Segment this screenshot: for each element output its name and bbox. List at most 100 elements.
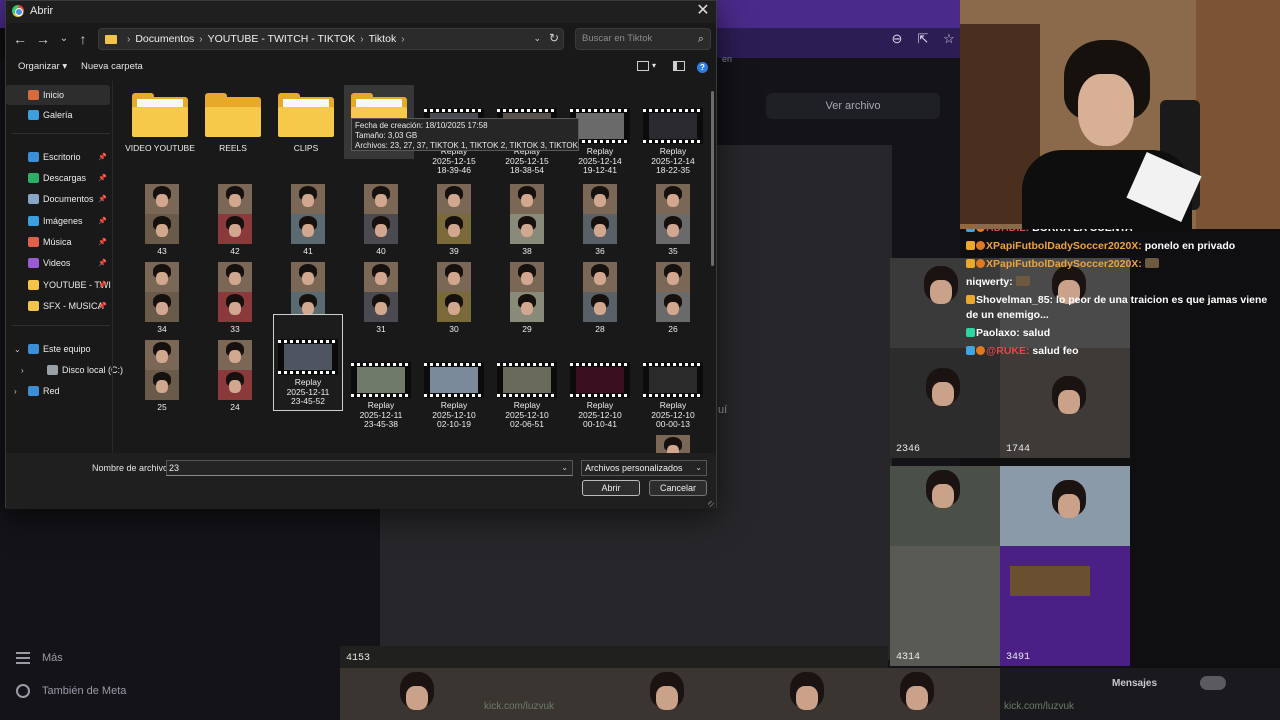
filetype-select[interactable]: Archivos personalizados ⌄ — [581, 460, 707, 476]
sidebar-item[interactable]: Escritorio 📌 — [6, 147, 110, 167]
video-file-item[interactable]: 26 — [638, 262, 708, 335]
stream-tile[interactable] — [890, 466, 1000, 546]
refresh-icon[interactable]: ↻ — [549, 31, 559, 45]
chevron-down-icon[interactable]: ▾ — [652, 61, 656, 70]
sidebar-item[interactable]: ⌄ Este equipo — [6, 339, 110, 359]
video-file-item[interactable]: Replay 2025-12-10 02-10-19 — [419, 339, 489, 430]
video-file-item[interactable]: 43 — [127, 184, 197, 257]
organize-button[interactable]: Organizar ▾ — [18, 61, 67, 72]
up-button[interactable]: ↑ — [73, 27, 93, 51]
chevron-down-icon[interactable]: ⌄ — [14, 345, 21, 354]
sidebar-item-label: SFX - MUSICA — [43, 301, 104, 311]
screen: ⊖ ⇱ ☆ en Ver archivo uí Más También de M… — [0, 0, 1280, 720]
sidebar-item[interactable]: Inicio — [6, 85, 110, 105]
file-name: 33 — [230, 324, 240, 334]
video-file-item[interactable]: 30 — [419, 262, 489, 335]
resize-grip[interactable] — [708, 501, 714, 507]
sidebar-item[interactable]: SFX - MUSICA 📌 — [6, 296, 110, 316]
scrollbar[interactable] — [711, 91, 714, 266]
open-button[interactable]: Abrir — [582, 480, 640, 496]
close-button[interactable]: ✕ — [694, 2, 712, 20]
chevron-down-icon[interactable]: ⌄ — [533, 33, 541, 44]
sidebar-item[interactable]: Videos 📌 — [6, 253, 110, 273]
video-file-item[interactable]: 42 — [200, 184, 270, 257]
video-file-item[interactable]: 31 — [346, 262, 416, 335]
sidebar-item-label: Videos — [43, 258, 71, 268]
video-file-item[interactable]: 24 — [200, 340, 270, 413]
desktop-icon — [28, 152, 39, 162]
chat-username[interactable]: niqwerty: — [966, 276, 1013, 288]
video-file-item[interactable]: Replay 2025-12-10 00-00-13 — [638, 339, 708, 430]
sidebar-item[interactable]: Música 📌 — [6, 232, 110, 252]
sidebar-item[interactable]: Descargas 📌 — [6, 168, 110, 188]
chevron-right-icon[interactable]: › — [21, 366, 24, 375]
video-file-item[interactable]: 29 — [492, 262, 562, 335]
crown-badge-icon — [966, 295, 975, 304]
stream-tile[interactable] — [1000, 466, 1130, 546]
video-file-item[interactable] — [638, 435, 708, 453]
meta-menu[interactable]: También de Meta — [16, 684, 126, 698]
chat-username[interactable]: Shovelman_85: — [976, 294, 1053, 306]
sidebar-item[interactable]: YOUTUBE - TWI 📌 — [6, 275, 111, 295]
messages-label[interactable]: Mensajes — [1112, 678, 1157, 689]
video-thumbnail — [437, 262, 471, 322]
bookmark-star-icon[interactable]: ☆ — [942, 32, 956, 46]
breadcrumb-item[interactable]: Tiktok — [369, 33, 397, 45]
video-file-item[interactable]: Replay 2025-12-10 00-10-41 — [565, 339, 635, 430]
chat-username[interactable]: @RUKE: — [986, 345, 1030, 357]
chat-username[interactable]: XPapiFutbolDadySoccer2020X: — [986, 258, 1142, 270]
chevron-right-icon[interactable]: › — [14, 387, 17, 396]
back-button[interactable]: ← — [10, 27, 30, 51]
folder-item[interactable]: VIDEO YOUTUBE — [125, 85, 195, 159]
video-file-item[interactable]: 40 — [346, 184, 416, 257]
chat-username[interactable]: Paolaxo: — [976, 327, 1020, 339]
forward-button[interactable]: → — [33, 27, 53, 51]
breadcrumb-item[interactable]: YOUTUBE - TWITCH - TIKTOK — [208, 33, 356, 45]
sidebar-item[interactable]: Documentos 📌 — [6, 189, 110, 209]
video-file-item[interactable]: Replay 2025-12-14 18-22-35 — [638, 85, 708, 176]
video-file-item[interactable]: 36 — [565, 184, 635, 257]
new-folder-button[interactable]: Nueva carpeta — [81, 61, 143, 72]
help-icon[interactable]: ? — [697, 62, 708, 73]
chevron-down-icon[interactable]: ⌄ — [561, 461, 568, 475]
more-menu[interactable]: Más — [16, 652, 63, 664]
video-file-item[interactable]: 39 — [419, 184, 489, 257]
chat-username[interactable]: XPapiFutbolDadySoccer2020X: — [986, 240, 1142, 252]
change-view-icon[interactable] — [637, 61, 649, 71]
file-name: 42 — [230, 246, 240, 256]
video-file-item[interactable]: 41 — [273, 184, 343, 257]
sidebar-item[interactable]: › Red — [6, 381, 110, 401]
stream-tile[interactable]: 3491 — [1000, 546, 1130, 666]
video-file-item[interactable]: Replay 2025-12-10 02-06-51 — [492, 339, 562, 430]
preview-pane-icon[interactable] — [673, 61, 685, 71]
recent-locations-button[interactable]: ⌄ — [54, 27, 74, 51]
sidebar-item[interactable]: Galería — [6, 105, 110, 125]
video-file-item[interactable]: Replay 2025-12-11 23-45-52 — [273, 314, 343, 411]
messages-bar[interactable]: kick.com/luzvuk Mensajes — [1000, 668, 1280, 720]
stream-tile-strip[interactable]: kick.com/luzvuk — [340, 668, 1000, 720]
stream-tile[interactable]: 4314 — [890, 546, 1000, 666]
viewer-count: 1744 — [1006, 444, 1031, 455]
video-file-item[interactable]: 33 — [200, 262, 270, 335]
view-file-button[interactable]: Ver archivo — [766, 93, 940, 119]
video-file-item[interactable]: 25 — [127, 340, 197, 413]
sidebar-item[interactable]: Imágenes 📌 — [6, 211, 110, 231]
chat-message: @RUKE: salud feo — [966, 345, 1079, 357]
search-input[interactable]: Buscar en Tiktok ⌕ — [575, 28, 711, 50]
cancel-button[interactable]: Cancelar — [649, 480, 707, 496]
video-file-item[interactable]: 38 — [492, 184, 562, 257]
folder-item[interactable]: CLIPS — [271, 85, 341, 159]
breadcrumb-item[interactable]: Documentos — [135, 33, 194, 45]
filename-input[interactable]: 23 ⌄ — [166, 460, 573, 476]
coin-badge-icon — [976, 346, 985, 355]
sidebar-item[interactable]: › Disco local (C:) — [6, 360, 123, 380]
zoom-icon[interactable]: ⊖ — [890, 32, 904, 46]
folder-item[interactable]: REELS — [198, 85, 268, 159]
video-file-item[interactable]: Replay 2025-12-11 23-45-38 — [346, 339, 416, 430]
video-file-item[interactable]: 35 — [638, 184, 708, 257]
video-file-item[interactable]: 28 — [565, 262, 635, 335]
search-icon[interactable]: ⌕ — [698, 29, 704, 49]
install-icon[interactable]: ⇱ — [916, 32, 930, 46]
video-file-item[interactable]: 34 — [127, 262, 197, 335]
address-bar[interactable]: › Documentos › YOUTUBE - TWITCH - TIKTOK… — [98, 28, 564, 50]
